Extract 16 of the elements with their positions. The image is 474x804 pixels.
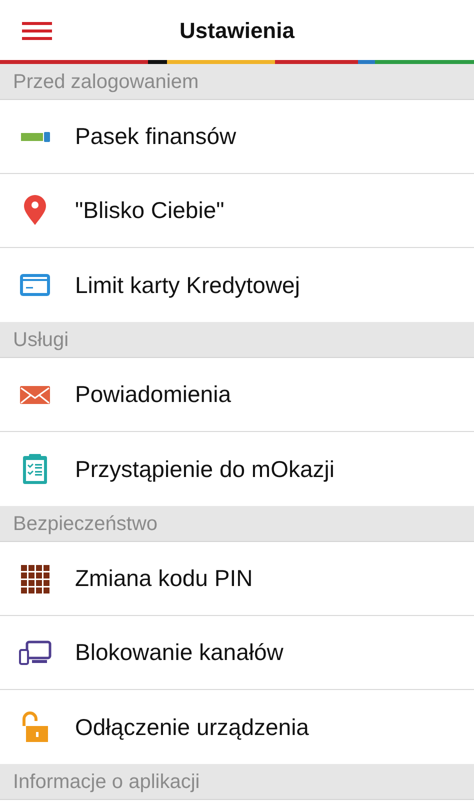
settings-item[interactable]: Przystąpienie do mOkazji [75, 452, 334, 486]
settings-item[interactable]: Odłączenie urządzenia [75, 710, 309, 744]
section-header: Bezpieczeństwo [0, 506, 474, 542]
settings-item[interactable]: Zmiana kodu PIN [75, 561, 253, 596]
settings-item[interactable]: Limit karty Kredytowej [75, 268, 300, 302]
settings-item[interactable]: Pasek finansów [75, 119, 236, 154]
menu-button[interactable] [22, 19, 52, 39]
screen-title: Ustawienia [180, 16, 294, 44]
section-header: Usługi [0, 322, 474, 358]
section-header: Informacje o aplikacji [0, 764, 474, 800]
settings-item[interactable]: "Blisko Ciebie" [75, 193, 224, 228]
menu-icon [22, 20, 52, 41]
settings-item[interactable]: Blokowanie kanałów [75, 635, 284, 670]
settings-item[interactable]: Powiadomienia [75, 377, 231, 412]
section-header: Przed zalogowaniem [0, 64, 474, 100]
wallet-bar-icon [20, 132, 50, 142]
